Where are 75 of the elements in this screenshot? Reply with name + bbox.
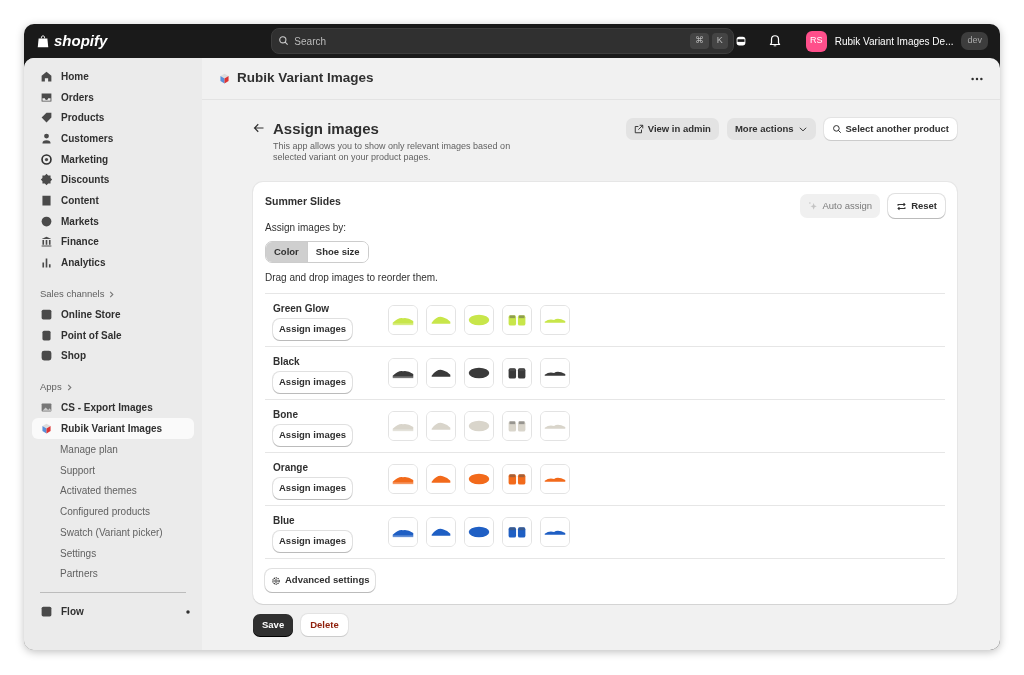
- sidebar-item[interactable]: Shop: [32, 345, 194, 367]
- person-icon: [40, 131, 53, 145]
- variant-name: Black: [273, 355, 301, 370]
- product-name: Summer Slides: [265, 193, 341, 209]
- assign-images-button[interactable]: Assign images: [273, 425, 353, 446]
- search-icon: [831, 124, 842, 135]
- hint-text: Drag and drop images to reorder them.: [265, 271, 439, 286]
- save-button[interactable]: Save: [253, 613, 294, 636]
- action-button[interactable]: More actions: [726, 118, 816, 141]
- sidebar-item[interactable]: Flow: [32, 601, 92, 623]
- shopping-bag-icon: [36, 33, 50, 49]
- sidebar-subitem[interactable]: Manage plan: [32, 438, 194, 460]
- sidebar-item[interactable]: Online Store: [32, 304, 194, 325]
- assign-images-button[interactable]: Assign images: [273, 531, 353, 552]
- sidebar-subitem[interactable]: Partners: [32, 563, 194, 585]
- sidebar-item[interactable]: Orders: [32, 86, 194, 108]
- assign-by-label: Assign images by:: [265, 221, 348, 236]
- back-arrow-icon[interactable]: [253, 122, 265, 134]
- variant-name: Blue: [273, 514, 296, 529]
- external-link-icon: [633, 124, 644, 135]
- image-icon: [40, 401, 53, 415]
- chevron-right-icon: [65, 383, 73, 391]
- target-icon: [40, 152, 53, 166]
- settings-icon: [271, 575, 281, 586]
- tag-icon: [40, 111, 53, 125]
- sidebar-item[interactable]: Analytics: [32, 252, 194, 273]
- action-button[interactable]: View in admin: [625, 118, 719, 141]
- sidebar-subitem[interactable]: Configured products: [32, 501, 194, 522]
- dot-icon: [186, 609, 190, 614]
- sidebar-item[interactable]: Customers: [32, 128, 194, 149]
- cube-icon: [218, 72, 231, 85]
- home-icon: [40, 69, 53, 83]
- sidebar-item[interactable]: Products: [32, 107, 194, 129]
- sidebar-item[interactable]: Rubik Variant Images: [32, 418, 194, 439]
- variant-name: Orange: [273, 461, 309, 476]
- sidebar-item[interactable]: Home: [32, 66, 194, 87]
- reset-button[interactable]: Reset: [888, 193, 945, 219]
- swap-icon: [896, 200, 908, 212]
- cube-icon: [40, 421, 53, 435]
- sidebar-item[interactable]: Content: [32, 190, 194, 211]
- discount-icon: [40, 173, 53, 187]
- logo-text: shopify: [54, 30, 108, 51]
- store-name[interactable]: Rubik Variant Images De...: [834, 33, 954, 49]
- section-heading[interactable]: Sales channels: [40, 286, 105, 302]
- sidebar-item[interactable]: CS - Export Images: [32, 397, 194, 419]
- sidebar-item[interactable]: Discounts: [32, 169, 194, 191]
- sidebar-subitem[interactable]: Activated themes: [32, 480, 194, 502]
- assign-images-button[interactable]: Assign images: [273, 372, 353, 393]
- chevron-right-icon: [108, 290, 116, 298]
- option-tab[interactable]: Color: [266, 242, 307, 263]
- section-heading[interactable]: Apps: [40, 380, 62, 395]
- bell-icon[interactable]: [767, 34, 782, 48]
- sparkle-icon: [808, 201, 819, 211]
- page-description: This app allows you to show only relevant images based on selected variant on your product pages.: [273, 140, 512, 164]
- variant-name: Bone: [273, 408, 299, 423]
- search-icon: [278, 35, 290, 46]
- inbox-icon: [40, 90, 53, 104]
- sidebar-subitem[interactable]: Settings: [32, 542, 194, 564]
- sidebar-item[interactable]: Point of Sale: [32, 324, 194, 346]
- variant-name: Green Glow: [273, 302, 331, 317]
- sidebar-subitem[interactable]: Swatch (Variant picker): [32, 522, 194, 543]
- action-button[interactable]: Select another product: [823, 118, 957, 141]
- delete-button[interactable]: Delete: [301, 613, 348, 636]
- advanced-settings-button[interactable]: Advanced settings: [265, 569, 376, 592]
- dev-badge: dev: [961, 32, 988, 50]
- assign-images-button[interactable]: Assign images: [273, 319, 353, 340]
- page-title: Assign images: [273, 119, 380, 139]
- sidebar-item[interactable]: Finance: [32, 231, 194, 253]
- chart-icon: [40, 256, 53, 270]
- assign-images-button[interactable]: Assign images: [273, 478, 353, 499]
- app-title: Rubik Variant Images: [237, 69, 374, 88]
- sidebar-item[interactable]: Marketing: [32, 148, 194, 170]
- option-tab[interactable]: Shoe size: [306, 242, 368, 263]
- sidebar-item[interactable]: Markets: [32, 210, 194, 232]
- sidebar-subitem[interactable]: Support: [32, 459, 194, 481]
